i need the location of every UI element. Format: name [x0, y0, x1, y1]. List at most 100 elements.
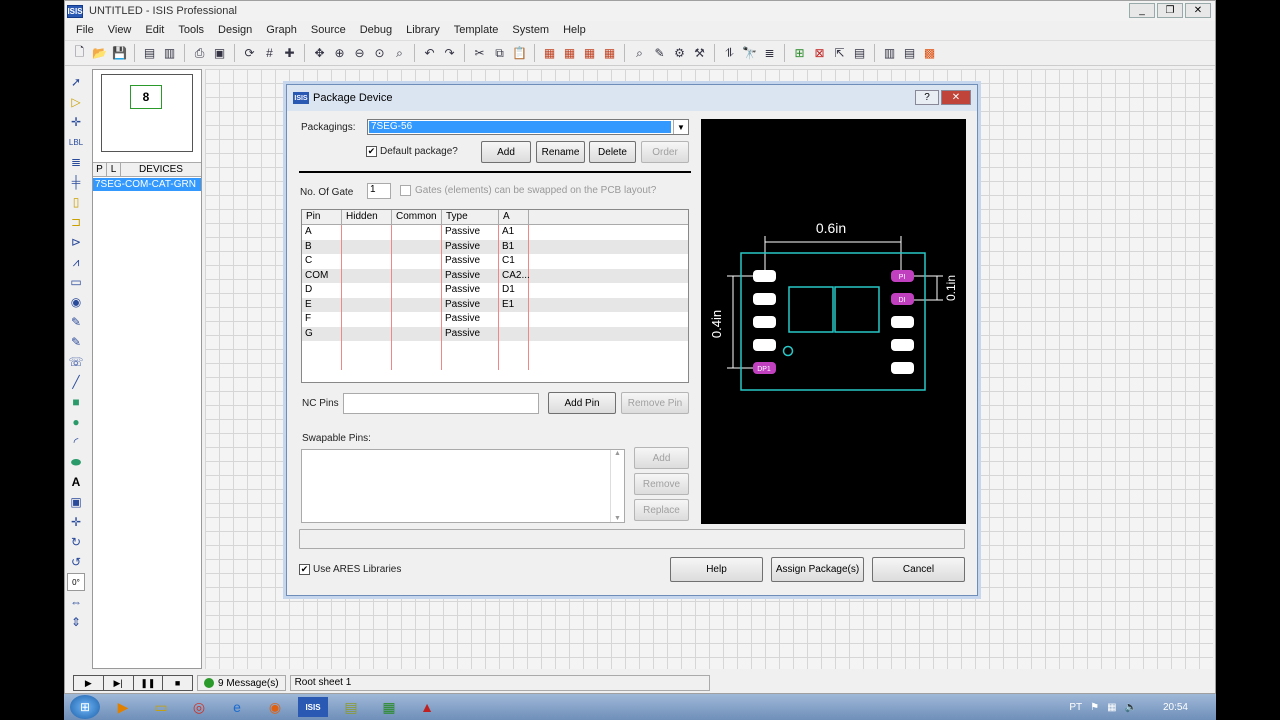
y-mirror-icon[interactable]: ⇕ [67, 613, 85, 631]
cell-type[interactable]: Passive [442, 254, 499, 269]
chrome-icon[interactable]: ◎ [184, 697, 214, 717]
cell-common[interactable] [392, 225, 442, 240]
new-sheet-icon[interactable]: ⊞ [791, 45, 808, 62]
symbol-icon[interactable]: ▣ [67, 493, 85, 511]
column-header-a[interactable]: A [499, 210, 529, 224]
cell-hidden[interactable] [342, 268, 392, 283]
cell-hidden[interactable] [342, 225, 392, 240]
gates-swap-checkbox[interactable] [400, 185, 411, 196]
dialog-close-button[interactable]: ✕ [941, 90, 971, 105]
cell-hidden[interactable] [342, 254, 392, 269]
cell-type[interactable]: Passive [442, 268, 499, 283]
tray-flag-icon[interactable]: ⚑ [1090, 702, 1099, 713]
stop-button[interactable]: ■ [163, 676, 192, 690]
scrollbar[interactable]: ▲ ▼ [610, 450, 624, 522]
cell-pin[interactable]: COM [302, 268, 342, 283]
voltage-probe-icon[interactable]: ✎ [67, 313, 85, 331]
table-row[interactable]: G Passive [302, 326, 688, 341]
pick-devices-tab[interactable]: P [93, 163, 107, 176]
add-pin-button[interactable]: Add Pin [548, 392, 616, 414]
cell-hidden[interactable] [342, 239, 392, 254]
cell-type[interactable]: Passive [442, 225, 499, 240]
media-player-icon[interactable]: ▶ [108, 697, 138, 717]
x-mirror-icon[interactable]: ⇔ [67, 593, 85, 611]
pin-grid[interactable]: Pin Hidden Common Type A A Passive A1 B … [301, 209, 689, 383]
menu-help[interactable]: Help [556, 24, 593, 36]
make-device-icon[interactable]: ✎ [651, 45, 668, 62]
menu-tools[interactable]: Tools [171, 24, 211, 36]
delete-package-button[interactable]: Delete [589, 141, 636, 163]
tray-network-icon[interactable]: ▦ [1107, 702, 1116, 713]
current-probe-icon[interactable]: ✎ [67, 333, 85, 351]
cell-a[interactable]: B1 [499, 239, 529, 254]
play-button[interactable]: ▶ [74, 676, 104, 690]
rotation-angle-field[interactable]: 0° [67, 573, 85, 591]
cell-pin[interactable]: E [302, 297, 342, 312]
import-icon[interactable]: ▤ [141, 45, 158, 62]
paste-icon[interactable]: 📋 [511, 45, 528, 62]
tray-volume-icon[interactable]: 🔈 [1125, 702, 1137, 713]
cell-common[interactable] [392, 297, 442, 312]
component-mode-icon[interactable]: ▷ [67, 93, 85, 111]
zoom-all-icon[interactable]: ⊙ [371, 45, 388, 62]
table-row[interactable]: C Passive C1 [302, 254, 688, 269]
ie-icon[interactable]: e [222, 697, 252, 717]
print-area-icon[interactable]: ▣ [211, 45, 228, 62]
marker-icon[interactable]: ✛ [67, 513, 85, 531]
cell-pin[interactable]: A [302, 225, 342, 240]
subcircuit-icon[interactable]: ▯ [67, 193, 85, 211]
save-icon[interactable]: 💾 [111, 45, 128, 62]
table-row[interactable]: E Passive E1 [302, 297, 688, 312]
device-item[interactable]: 7SEG-COM-CAT-GRN [93, 178, 201, 191]
assign-packages-button[interactable]: Assign Package(s) [771, 557, 864, 582]
buses-icon[interactable]: ╪ [67, 173, 85, 191]
cell-type[interactable]: Passive [442, 239, 499, 254]
swap-replace-button[interactable]: Replace [634, 499, 689, 521]
cell-pin[interactable]: F [302, 312, 342, 327]
restore-button[interactable]: ❐ [1157, 3, 1183, 18]
column-header-hidden[interactable]: Hidden [342, 210, 392, 224]
overview-window[interactable]: 8 [101, 74, 193, 152]
closed-path-icon[interactable]: ⬬ [67, 453, 85, 471]
circle-icon[interactable]: ● [67, 413, 85, 431]
dialog-help-button[interactable]: ? [915, 90, 939, 105]
menu-source[interactable]: Source [304, 24, 353, 36]
block-copy-icon[interactable]: ▦ [541, 45, 558, 62]
firefox-icon[interactable]: ◉ [260, 697, 290, 717]
pdf-icon[interactable]: ▲ [412, 697, 442, 717]
arc-icon[interactable]: ◜ [67, 433, 85, 451]
ares-icon[interactable]: ▩ [921, 45, 938, 62]
cell-hidden[interactable] [342, 326, 392, 341]
tape-recorder-icon[interactable]: ▭ [67, 273, 85, 291]
swapable-pins-list[interactable]: ▲ ▼ [301, 449, 625, 523]
cell-pin[interactable]: D [302, 283, 342, 298]
table-row[interactable]: A Passive A1 [302, 225, 688, 240]
menu-system[interactable]: System [505, 24, 556, 36]
virtual-instruments-icon[interactable]: ☏ [67, 353, 85, 371]
cell-type[interactable]: Passive [442, 283, 499, 298]
cell-common[interactable] [392, 254, 442, 269]
clock[interactable]: 20:54 [1163, 702, 1188, 713]
table-row[interactable]: B Passive B1 [302, 239, 688, 254]
box-icon[interactable]: ■ [67, 393, 85, 411]
cell-hidden[interactable] [342, 297, 392, 312]
ares-taskbar-icon[interactable]: ▦ [374, 697, 404, 717]
redo-icon[interactable]: ↷ [441, 45, 458, 62]
generator-icon[interactable]: ◉ [67, 293, 85, 311]
menu-template[interactable]: Template [447, 24, 506, 36]
block-move-icon[interactable]: ▦ [561, 45, 578, 62]
wire-autorouter-icon[interactable]: ⥮ [721, 45, 738, 62]
language-indicator[interactable]: PT [1069, 702, 1082, 713]
cell-type[interactable]: Passive [442, 326, 499, 341]
remove-pin-button[interactable]: Remove Pin [621, 392, 689, 414]
junction-dot-icon[interactable]: ✛ [67, 113, 85, 131]
zoom-in-icon[interactable]: ⊕ [331, 45, 348, 62]
cut-icon[interactable]: ✂ [471, 45, 488, 62]
new-file-icon[interactable]: 🗋 [71, 45, 88, 62]
cell-common[interactable] [392, 326, 442, 341]
zoom-area-icon[interactable]: ⌕ [391, 45, 408, 62]
rotate-anticlockwise-icon[interactable]: ↺ [67, 553, 85, 571]
default-package-checkbox[interactable]: ✔ [366, 146, 377, 157]
netlist-icon[interactable]: ▤ [901, 45, 918, 62]
menu-library[interactable]: Library [399, 24, 447, 36]
